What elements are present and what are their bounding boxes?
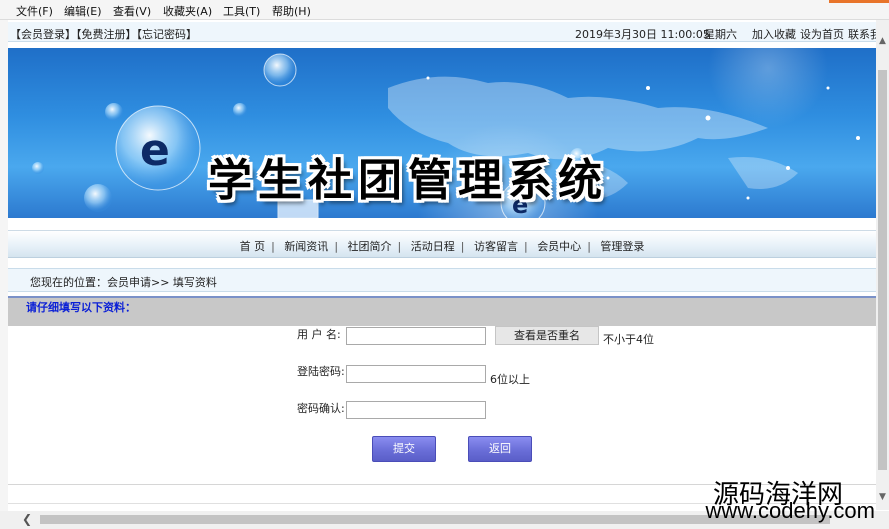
menu-tools[interactable]: 工具(T) [223, 3, 260, 19]
scroll-up-icon[interactable]: ▲ [876, 34, 889, 48]
svg-text:e: e [140, 125, 170, 176]
window-accent [829, 0, 889, 3]
menu-favorites[interactable]: 收藏夹(A) [163, 3, 212, 19]
nav-member-center[interactable]: 会员中心 [537, 240, 581, 253]
menu-bar: 文件(F) 编辑(E) 查看(V) 收藏夹(A) 工具(T) 帮助(H) [0, 0, 889, 20]
menu-view[interactable]: 查看(V) [113, 3, 151, 19]
confirm-label: 密码确认: [297, 402, 345, 415]
vertical-scroll-thumb[interactable] [878, 70, 887, 470]
username-label: 用 户 名: [297, 328, 341, 341]
scroll-left-icon[interactable]: ❮ [22, 512, 32, 526]
current-weekday: 星期六 [704, 28, 737, 41]
main-nav: 首 页 | 新闻资讯 | 社团简介 | 活动日程 | 访客留言 | 会员中心 | 管理登录 [8, 230, 876, 258]
vertical-scrollbar[interactable]: ▲ ▼ [876, 20, 889, 510]
nav-club-intro[interactable]: 社团简介 [348, 240, 392, 253]
banner-title: 学生社团管理系统 [208, 155, 608, 206]
back-button[interactable]: 返回 [468, 436, 532, 462]
menu-edit[interactable]: 编辑(E) [64, 3, 102, 19]
check-duplicate-button[interactable]: 查看是否重名 [495, 326, 599, 345]
current-datetime: 2019年3月30日 11:00:05 [575, 28, 710, 41]
form-title-bar: 请仔细填写以下资料： [8, 296, 876, 326]
left-edge [0, 20, 8, 511]
breadcrumb: 您现在的位置：会员申请>> 填写资料 [8, 268, 876, 292]
watermark-url: www.codehy.com [705, 498, 875, 523]
add-favorite-link[interactable]: 加入收藏 [752, 26, 796, 42]
form-title: 请仔细填写以下资料： [26, 301, 136, 314]
confirm-password-input[interactable] [346, 401, 486, 419]
nav-guestbook[interactable]: 访客留言 [474, 240, 518, 253]
nav-home[interactable]: 首 页 [240, 240, 266, 253]
set-homepage-link[interactable]: 设为首页 [800, 26, 844, 42]
nav-news[interactable]: 新闻资讯 [284, 240, 328, 253]
username-hint: 不小于4位 [603, 333, 654, 346]
username-input[interactable] [346, 327, 486, 345]
nav-schedule[interactable]: 活动日程 [411, 240, 455, 253]
menu-help[interactable]: 帮助(H) [272, 3, 311, 19]
member-links[interactable]: 【会员登录】【免费注册】【忘记密码】 [10, 26, 197, 42]
top-info-bar: 【会员登录】【免费注册】【忘记密码】 2019年3月30日 11:00:05 星… [8, 22, 881, 42]
nav-admin-login[interactable]: 管理登录 [600, 240, 644, 253]
password-hint: 6位以上 [490, 373, 530, 386]
password-input[interactable] [346, 365, 486, 383]
menu-file[interactable]: 文件(F) [16, 3, 53, 19]
breadcrumb-text: 您现在的位置：会员申请>> 填写资料 [30, 276, 217, 289]
header-banner: e e 学生社团管理系统 [8, 48, 876, 218]
password-label: 登陆密码: [297, 365, 345, 378]
scroll-down-icon[interactable]: ▼ [876, 490, 889, 504]
submit-button[interactable]: 提交 [372, 436, 436, 462]
